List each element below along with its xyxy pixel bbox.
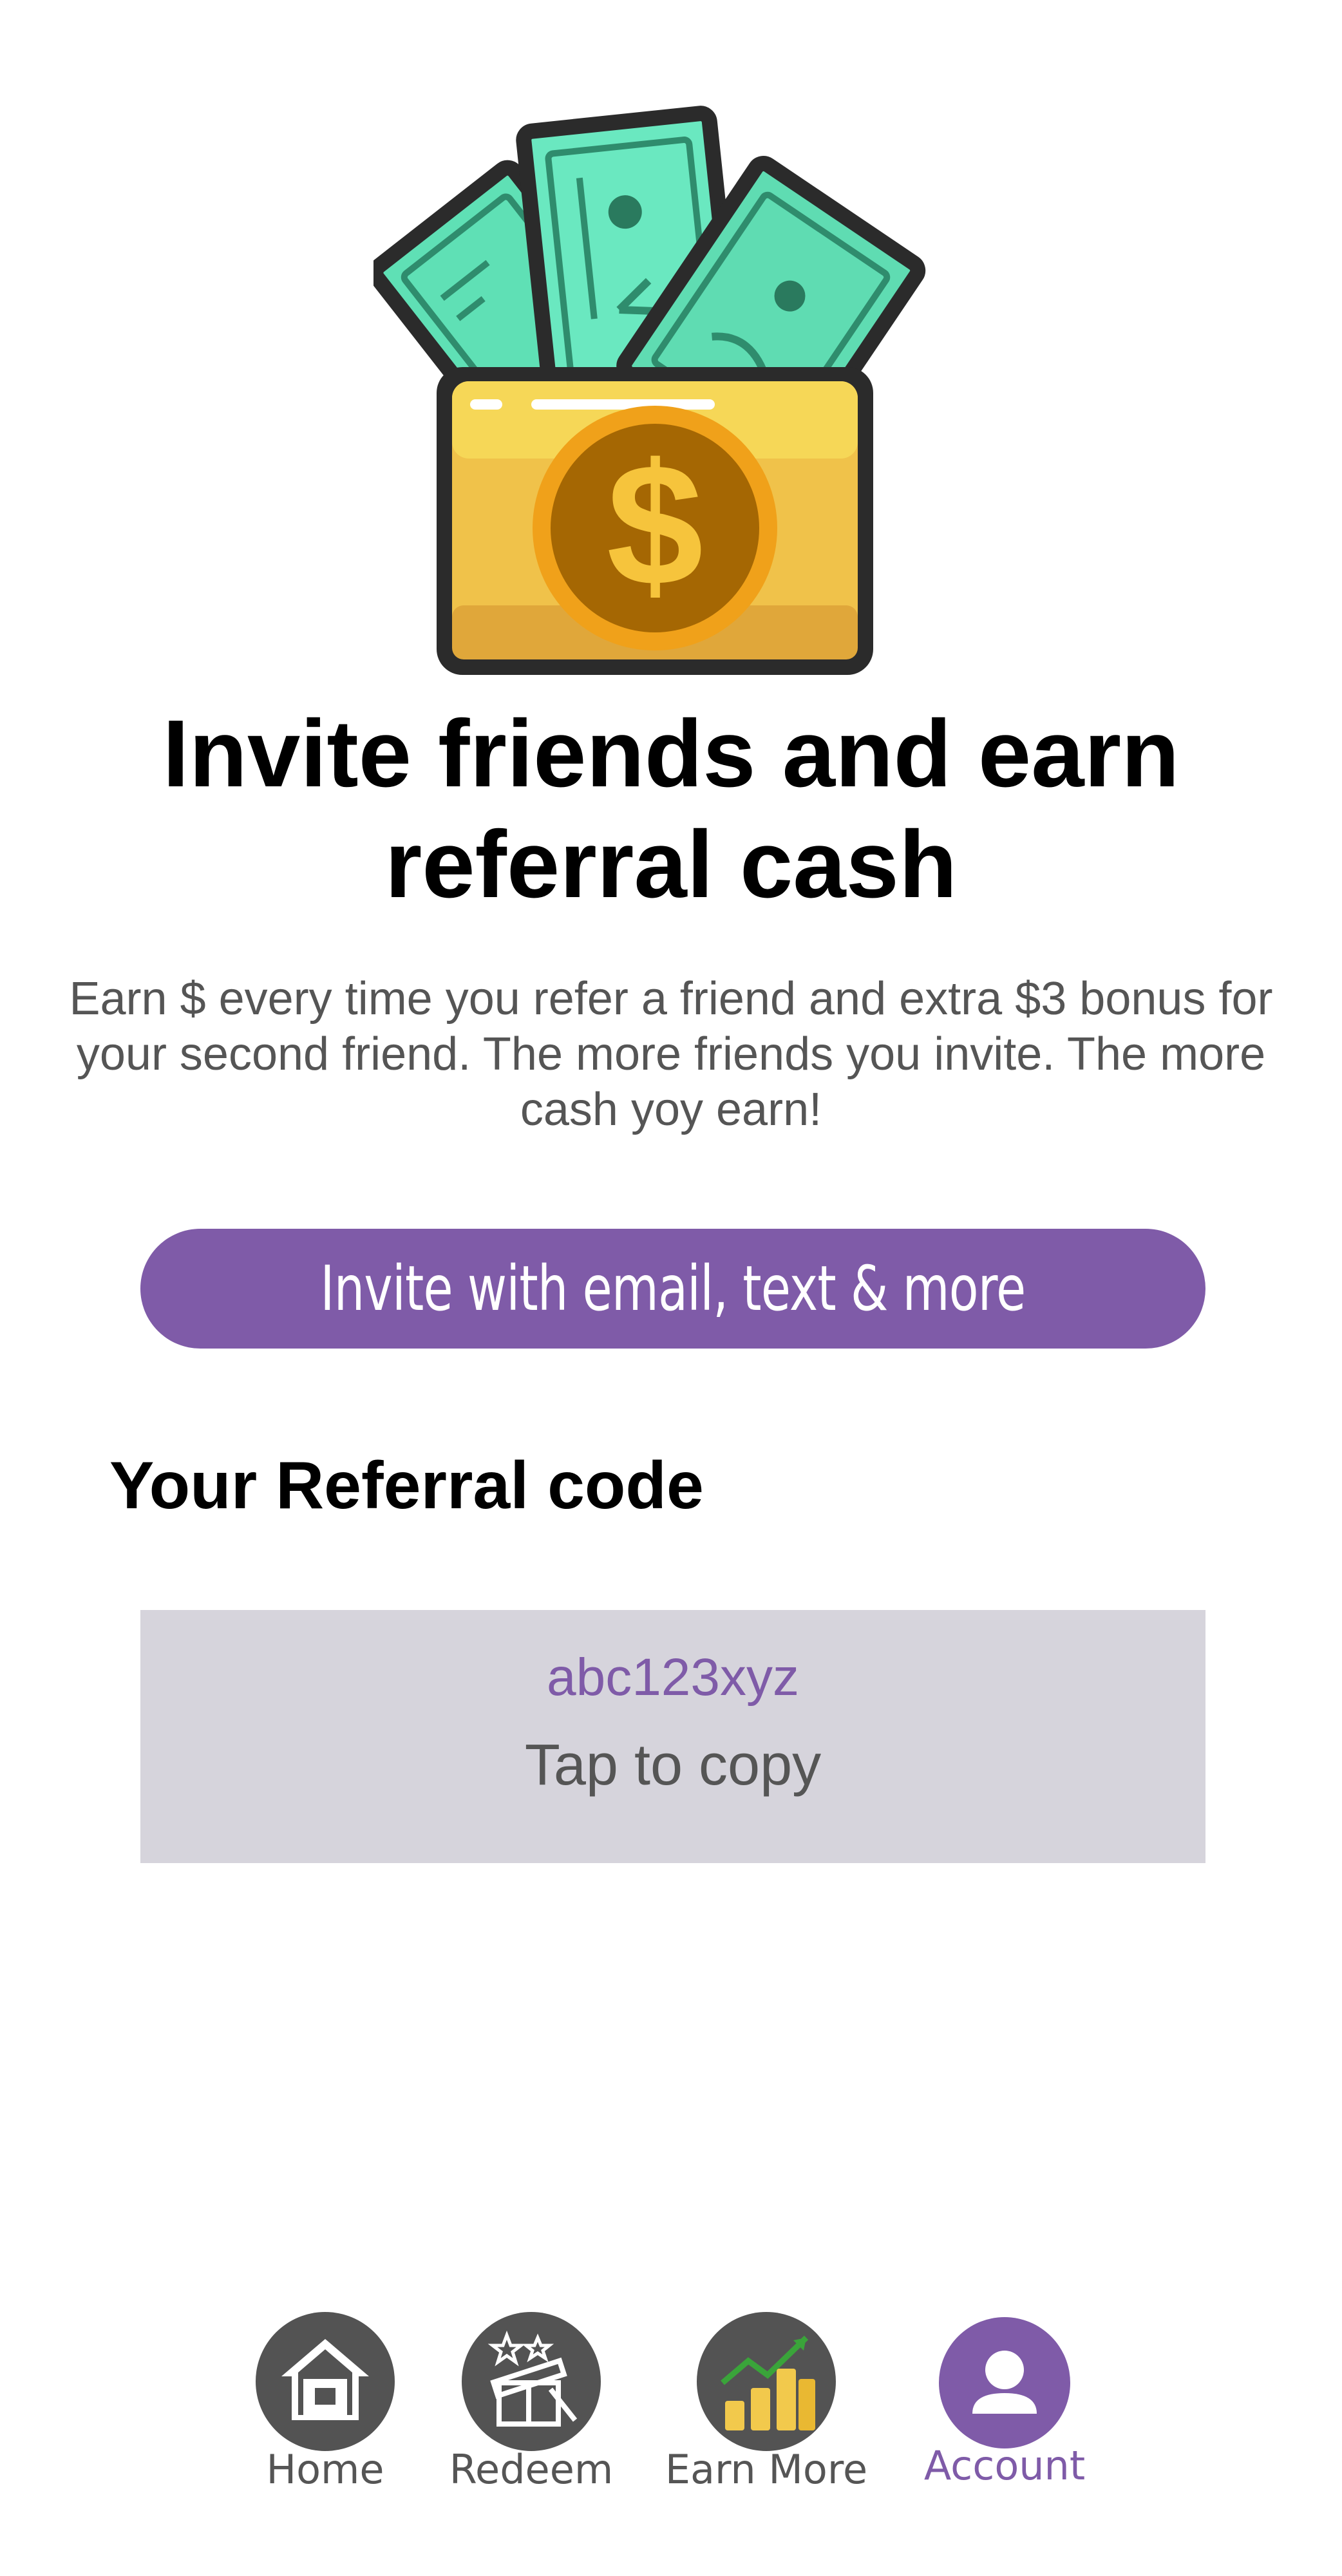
money-wallet-icon: $: [368, 97, 972, 696]
nav-item-earn-more[interactable]: Earn More: [663, 2306, 869, 2499]
invite-button[interactable]: Invite with email, text & more: [140, 1229, 1205, 1349]
svg-text:$: $: [607, 428, 703, 622]
nav-item-account[interactable]: Account: [902, 2306, 1108, 2499]
home-icon: [256, 2312, 395, 2451]
nav-item-home[interactable]: Home: [222, 2306, 428, 2499]
coins-growth-icon: [697, 2312, 836, 2451]
referral-code-heading: Your Referral code: [109, 1448, 704, 1523]
nav-item-label: Earn More: [665, 2446, 868, 2493]
user-icon: [939, 2317, 1070, 2448]
bottom-navigation: Home Redeem Earn More Account: [0, 2306, 1342, 2499]
page-description: Earn $ every time you refer a friend and…: [69, 973, 1273, 1135]
nav-item-label: Account: [923, 2442, 1086, 2489]
gift-icon: [462, 2312, 601, 2451]
invite-button-label: Invite with email, text & more: [320, 1253, 1026, 1325]
nav-item-label: Home: [266, 2446, 384, 2493]
nav-item-redeem[interactable]: Redeem: [428, 2306, 634, 2499]
page-title: Invite friends and earn referral cash: [162, 701, 1180, 918]
copy-hint: Tap to copy: [524, 1733, 822, 1797]
referral-code-box[interactable]: abc123xyz Tap to copy: [140, 1610, 1205, 1863]
nav-item-label: Redeem: [449, 2446, 614, 2493]
referral-code-value: abc123xyz: [546, 1648, 800, 1707]
